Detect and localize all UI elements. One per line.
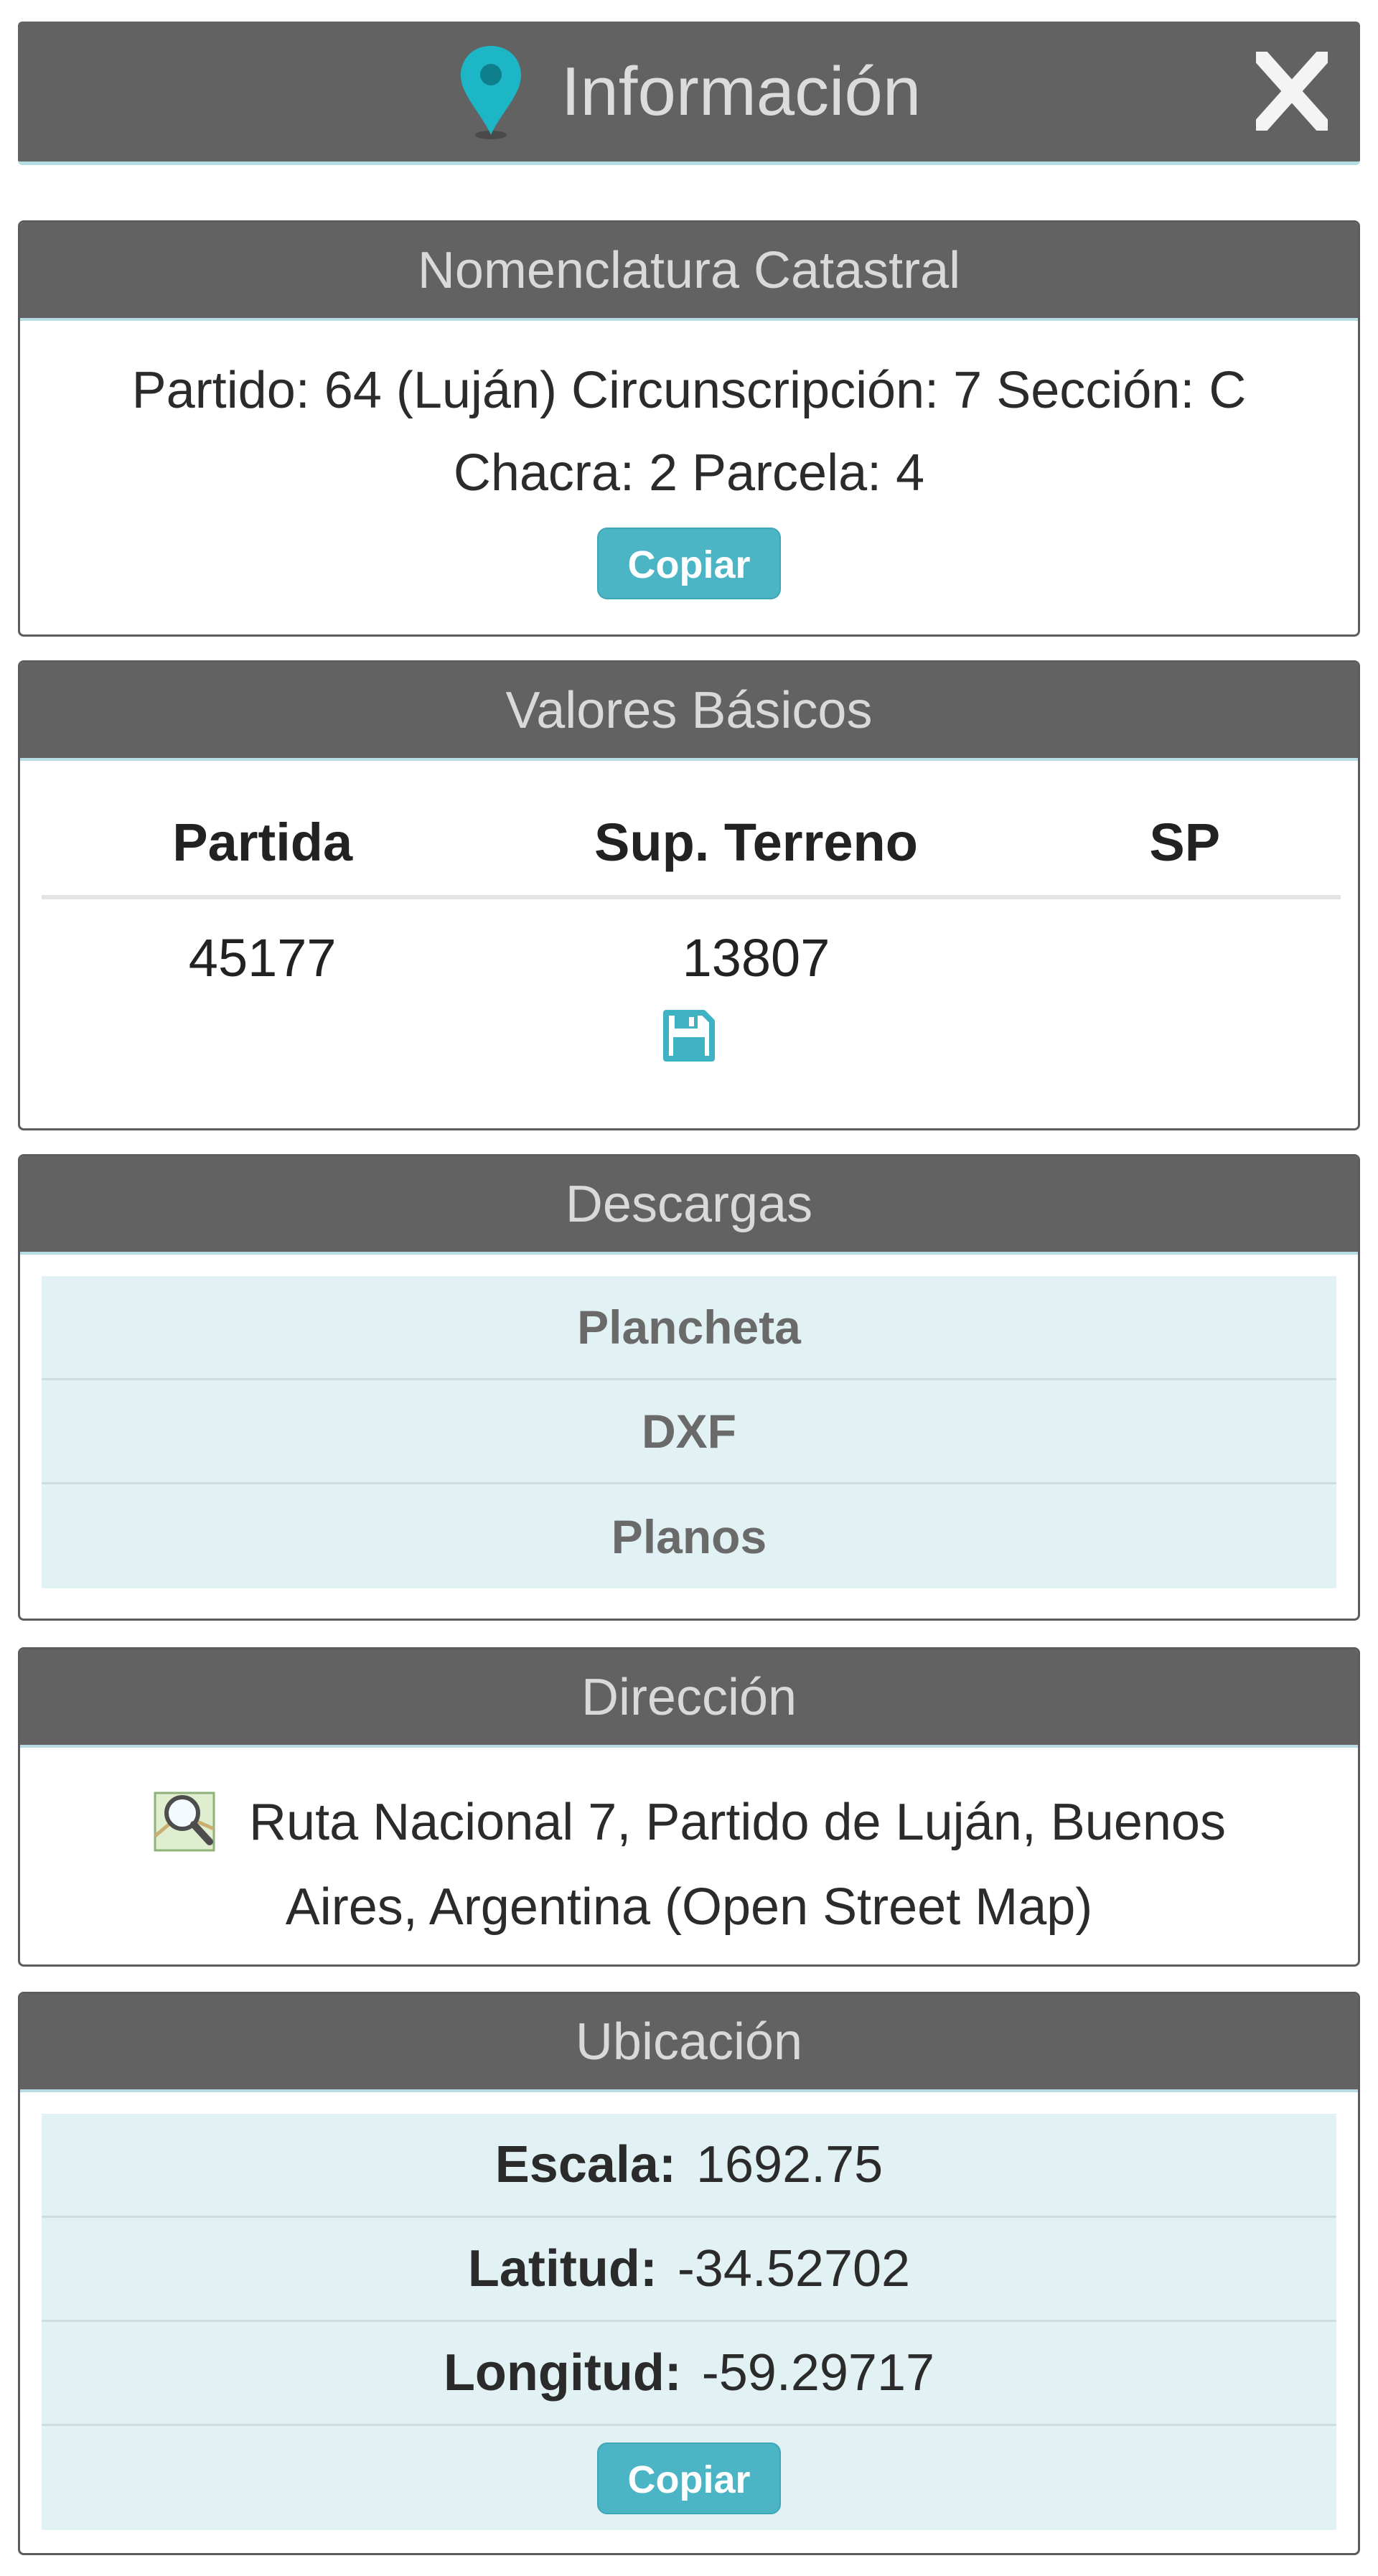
nomenclatura-line-1: Partido: 64 (Luján) Circunscripción: 7 S… <box>131 362 1247 419</box>
latitud-label: Latitud: <box>467 2240 657 2298</box>
longitud-row: Longitud: -59.29717 <box>42 2322 1336 2426</box>
ubicacion-heading: Ubicación <box>20 1994 1358 2092</box>
address-text: Ruta Nacional 7, Partido de Luján, Bueno… <box>20 1748 1358 1949</box>
map-pin-icon <box>460 46 521 139</box>
save-icon[interactable] <box>662 1008 716 1063</box>
descargas-panel: Descargas Plancheta DXF Planos <box>18 1154 1360 1621</box>
cell-partida: 45177 <box>188 927 337 988</box>
descargas-list: Plancheta DXF Planos <box>42 1276 1336 1588</box>
address-line-2: Aires, Argentina (Open Street Map) <box>285 1878 1093 1936</box>
address-line-1-text: Ruta Nacional 7, Partido de Luján, Bueno… <box>249 1794 1226 1851</box>
latitud-value: -34.52702 <box>677 2240 911 2298</box>
copy-nomenclatura-button[interactable]: Copiar <box>597 528 781 599</box>
download-planos-link[interactable]: Planos <box>42 1484 1336 1588</box>
cell-sp <box>1029 897 1341 1016</box>
column-header-sup-terreno: Sup. Terreno <box>483 790 1029 899</box>
column-header-sp: SP <box>1028 790 1341 899</box>
close-icon[interactable] <box>1256 52 1328 131</box>
valores-panel: Valores Básicos Partida Sup. Terreno SP … <box>18 660 1360 1130</box>
longitud-label: Longitud: <box>443 2344 682 2402</box>
download-dxf-link[interactable]: DXF <box>42 1380 1336 1484</box>
latitud-row: Latitud: -34.52702 <box>42 2218 1336 2322</box>
table-row: 45177 13807 <box>42 897 1341 1016</box>
direccion-heading: Dirección <box>20 1649 1358 1748</box>
valores-table: Partida Sup. Terreno SP 45177 13807 <box>42 790 1341 1016</box>
nomenclatura-line-2: Chacra: 2 Parcela: 4 <box>453 444 925 502</box>
map-search-icon[interactable] <box>152 1786 220 1854</box>
ubicacion-panel: Ubicación Escala: 1692.75 Latitud: -34.5… <box>18 1992 1360 2555</box>
direccion-panel: Dirección Ruta Nacional 7, Partido de Lu… <box>18 1647 1360 1967</box>
column-header-partida: Partida <box>42 790 484 899</box>
cell-sup-terreno: 13807 <box>682 927 830 988</box>
valores-heading: Valores Básicos <box>20 662 1358 761</box>
copy-ubicacion-button[interactable]: Copiar <box>597 2442 781 2514</box>
escala-value: 1692.75 <box>695 2136 883 2193</box>
copy-row: Copiar <box>42 2426 1336 2530</box>
ubicacion-list: Escala: 1692.75 Latitud: -34.52702 Longi… <box>42 2114 1336 2530</box>
nomenclatura-panel: Nomenclatura Catastral Partido: 64 (Lujá… <box>18 220 1360 637</box>
escala-label: Escala: <box>495 2136 676 2193</box>
nomenclatura-heading: Nomenclatura Catastral <box>20 223 1358 321</box>
info-title-bar: Información <box>18 22 1360 165</box>
address-line-1: Ruta Nacional 7, Partido de Luján, Bueno… <box>49 1780 1329 1865</box>
download-plancheta-link[interactable]: Plancheta <box>42 1276 1336 1380</box>
descargas-heading: Descargas <box>20 1156 1358 1255</box>
panel-title: Información <box>561 52 922 130</box>
escala-row: Escala: 1692.75 <box>42 2114 1336 2218</box>
longitud-value: -59.29717 <box>701 2344 935 2402</box>
nomenclatura-text: Partido: 64 (Luján) Circunscripción: 7 S… <box>20 321 1358 515</box>
